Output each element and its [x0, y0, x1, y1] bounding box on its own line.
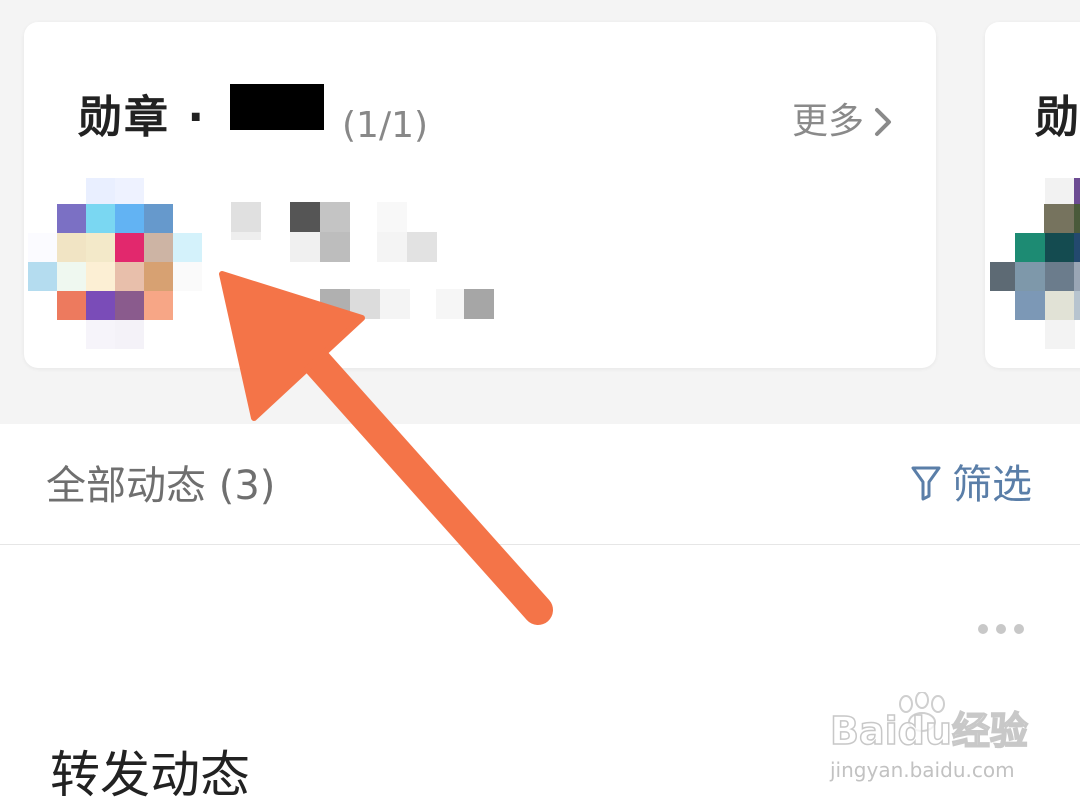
feed-section: 全部动态 (3) 筛选 转发动态 — [0, 424, 1080, 810]
post-title: 转发动态 — [50, 746, 250, 804]
badge-card[interactable]: 勋章 · (1/1) 更多 — [24, 22, 936, 368]
filter-label: 筛选 — [952, 462, 1032, 508]
badge-image[interactable] — [24, 172, 204, 352]
badge-count: (1/1) — [342, 105, 429, 146]
badge-card-peek[interactable]: 勋 — [985, 22, 1080, 368]
filter-button[interactable]: 筛选 — [910, 464, 1032, 506]
funnel-icon — [910, 464, 942, 506]
peek-badge-image[interactable] — [985, 172, 1080, 352]
redacted-username — [230, 84, 324, 130]
feed-filter-bar: 全部动态 (3) 筛选 — [0, 424, 1080, 545]
badge-name-pixelated — [214, 192, 514, 322]
more-button[interactable]: 更多 — [792, 104, 892, 140]
more-dots-icon[interactable] — [978, 624, 1024, 634]
more-label: 更多 — [791, 101, 864, 142]
all-posts-tab[interactable]: 全部动态 (3) — [46, 466, 275, 506]
peek-card-title: 勋 — [1035, 92, 1079, 143]
chevron-right-icon — [874, 107, 892, 137]
badge-card-title: 勋章 · — [78, 92, 207, 143]
